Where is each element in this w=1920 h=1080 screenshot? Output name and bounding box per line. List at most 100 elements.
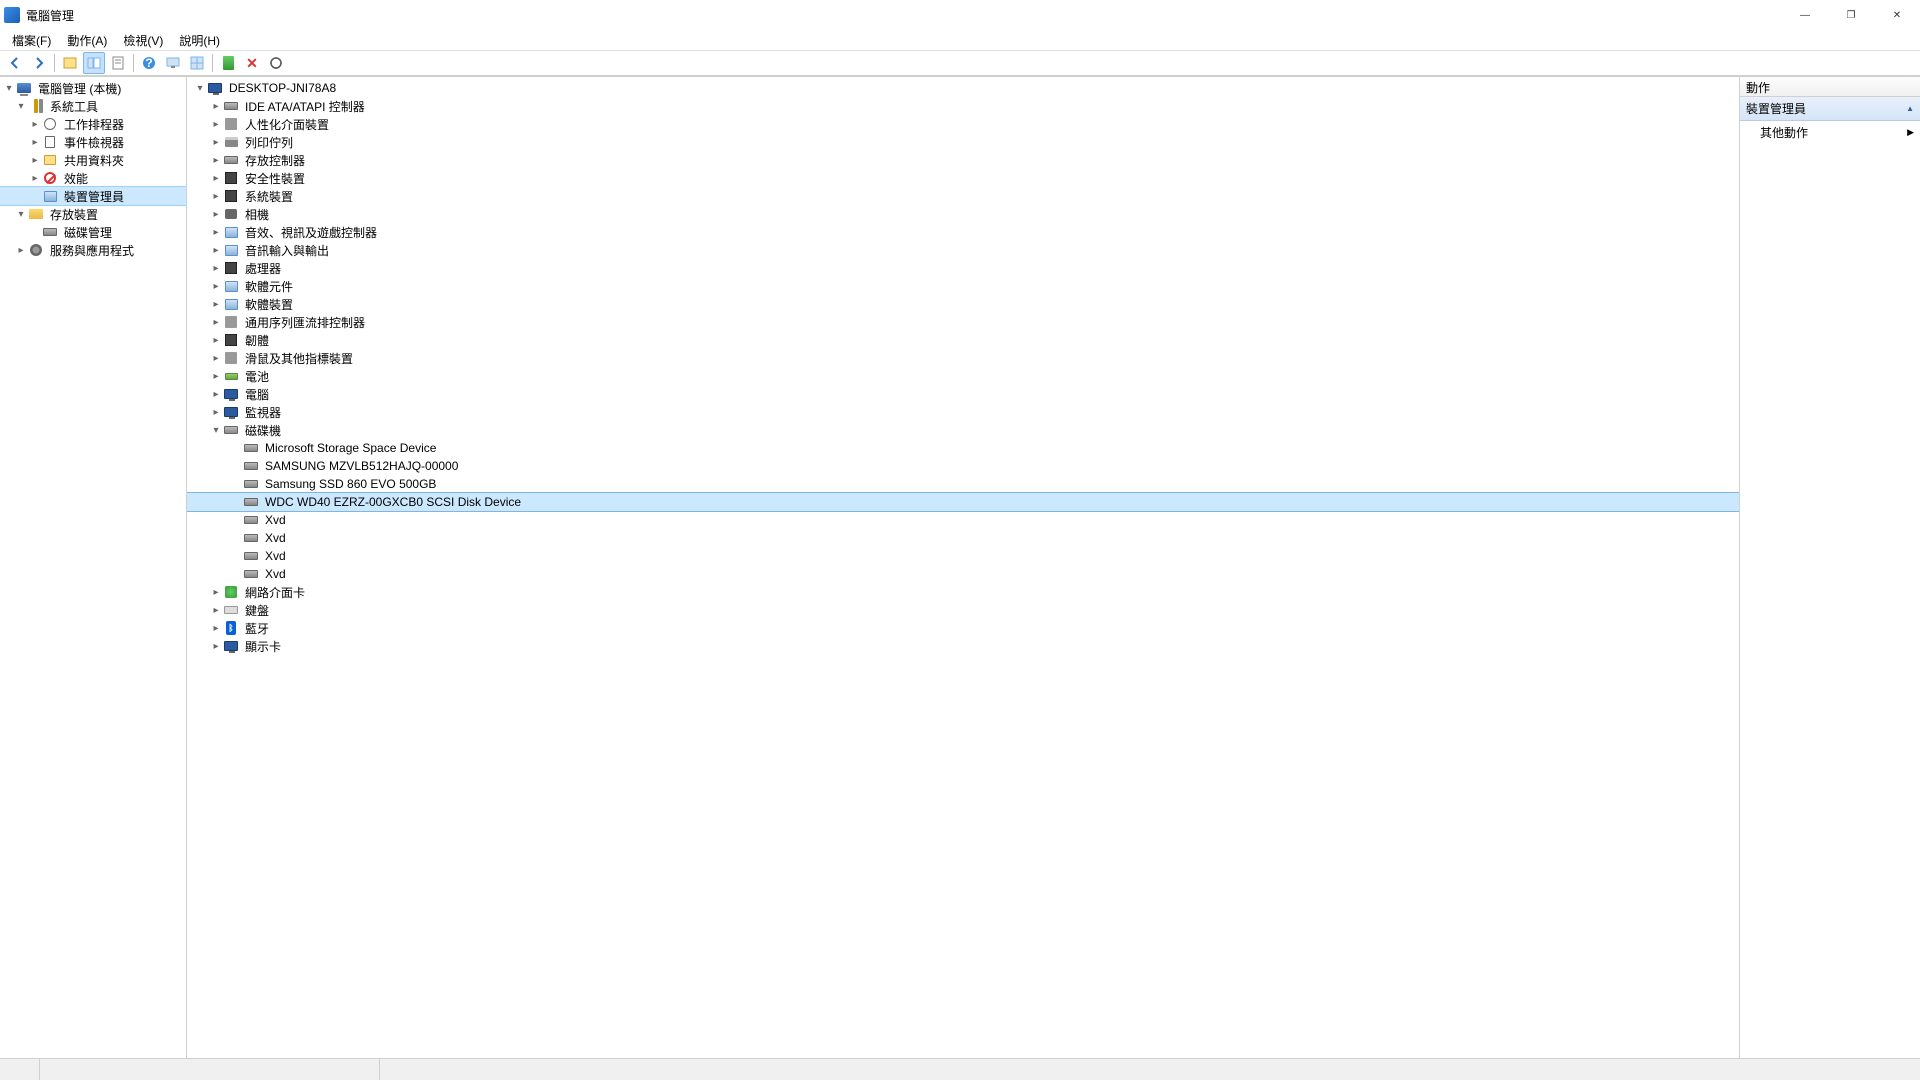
nav-services[interactable]: ▸ 服務與應用程式 [0, 241, 186, 259]
nav-task-scheduler[interactable]: ▸ 工作排程器 [0, 115, 186, 133]
expander-icon[interactable]: ▸ [209, 279, 223, 293]
nav-storage[interactable]: ▾ 存放裝置 [0, 205, 186, 223]
properties-button[interactable] [107, 52, 129, 74]
disk-device[interactable]: ▸ Xvd [187, 547, 1739, 565]
expander-icon[interactable]: ▸ [209, 603, 223, 617]
disk-device[interactable]: ▸ Xvd [187, 565, 1739, 583]
expander-icon[interactable]: ▸ [209, 189, 223, 203]
device-root[interactable]: ▾ DESKTOP-JNI78A8 [187, 79, 1739, 97]
show-hide-center-button[interactable] [83, 52, 105, 74]
expander-icon[interactable]: ▸ [209, 369, 223, 383]
category-cpu[interactable]: ▸ 處理器 [187, 259, 1739, 277]
expander-icon[interactable]: ▸ [28, 135, 42, 149]
actions-section-device-manager[interactable]: 裝置管理員 ▲ [1740, 97, 1920, 121]
expander-icon[interactable]: ▾ [2, 81, 16, 95]
category-audio[interactable]: ▸ 音訊輸入與輸出 [187, 241, 1739, 259]
category-disp[interactable]: ▸ 顯示卡 [187, 637, 1739, 655]
category-print[interactable]: ▸ 列印佇列 [187, 133, 1739, 151]
expander-icon[interactable]: ▸ [209, 405, 223, 419]
expander-icon[interactable]: ▾ [193, 81, 207, 95]
expander-icon[interactable]: ▸ [28, 153, 42, 167]
expander-icon[interactable]: ▸ [209, 351, 223, 365]
expander-icon[interactable]: ▸ [209, 153, 223, 167]
left-navigation-pane[interactable]: ▾ 電腦管理 (本機) ▾ 系統工具 ▸ [0, 77, 187, 1058]
category-comp[interactable]: ▸ 電腦 [187, 385, 1739, 403]
menu-help[interactable]: 說明(H) [171, 30, 228, 51]
scan-hardware-button[interactable] [265, 52, 287, 74]
category-mouse[interactable]: ▸ 滑鼠及其他指標裝置 [187, 349, 1739, 367]
expander-icon[interactable]: ▸ [209, 207, 223, 221]
menu-action[interactable]: 動作(A) [59, 30, 115, 51]
expander-icon[interactable]: ▸ [209, 297, 223, 311]
nav-system-tools[interactable]: ▾ 系統工具 [0, 97, 186, 115]
expander-icon[interactable]: ▸ [209, 117, 223, 131]
category-label: 相機 [243, 206, 271, 223]
category-usb[interactable]: ▸ 通用序列匯流排控制器 [187, 313, 1739, 331]
help-button[interactable]: ? [138, 52, 160, 74]
expander-icon[interactable]: ▾ [14, 207, 28, 221]
expander-icon[interactable]: ▸ [28, 171, 42, 185]
category-fw[interactable]: ▸ 韌體 [187, 331, 1739, 349]
device-tree-pane[interactable]: ▾ DESKTOP-JNI78A8 ▸ IDE ATA/ATAPI 控制器 ▸ … [187, 77, 1740, 1058]
category-kbd[interactable]: ▸ 鍵盤 [187, 601, 1739, 619]
expander-icon[interactable]: ▾ [14, 99, 28, 113]
nav-performance[interactable]: ▸ 效能 [0, 169, 186, 187]
nav-device-manager[interactable]: ▸ 裝置管理員 [0, 187, 186, 205]
nav-label: 存放裝置 [48, 206, 100, 223]
expander-icon[interactable]: ▸ [209, 225, 223, 239]
category-swdev[interactable]: ▸ 軟體裝置 [187, 295, 1739, 313]
category-mon[interactable]: ▸ 監視器 [187, 403, 1739, 421]
expander-icon[interactable]: ▸ [209, 621, 223, 635]
category-sys[interactable]: ▸ 系統裝置 [187, 187, 1739, 205]
expander-icon[interactable]: ▸ [14, 243, 28, 257]
expander-icon[interactable]: ▸ [209, 261, 223, 275]
view-resources-button[interactable] [186, 52, 208, 74]
close-button[interactable]: ✕ [1874, 0, 1920, 30]
tools-icon [28, 98, 44, 114]
expander-icon[interactable]: ▸ [209, 333, 223, 347]
show-hide-tree-button[interactable] [59, 52, 81, 74]
expander-icon[interactable]: ▸ [209, 135, 223, 149]
uninstall-device-button[interactable]: ✕ [241, 52, 263, 74]
expander-icon[interactable]: ▸ [28, 117, 42, 131]
category-disk-drives[interactable]: ▾ 磁碟機 [187, 421, 1739, 439]
menu-file[interactable]: 檔案(F) [4, 30, 59, 51]
view-devices-button[interactable] [162, 52, 184, 74]
category-hid[interactable]: ▸ 人性化介面裝置 [187, 115, 1739, 133]
expander-icon[interactable]: ▸ [209, 243, 223, 257]
nav-event-viewer[interactable]: ▸ 事件檢視器 [0, 133, 186, 151]
expander-icon[interactable]: ▸ [209, 639, 223, 653]
category-ide[interactable]: ▸ IDE ATA/ATAPI 控制器 [187, 97, 1739, 115]
disk-device[interactable]: ▸ Xvd [187, 529, 1739, 547]
category-sound[interactable]: ▸ 音效、視訊及遊戲控制器 [187, 223, 1739, 241]
expander-icon[interactable]: ▾ [209, 423, 223, 437]
nav-root[interactable]: ▾ 電腦管理 (本機) [0, 79, 186, 97]
maximize-button[interactable]: ❐ [1828, 0, 1874, 30]
category-swcomp[interactable]: ▸ 軟體元件 [187, 277, 1739, 295]
minimize-button[interactable]: — [1782, 0, 1828, 30]
category-net[interactable]: ▸ 網路介面卡 [187, 583, 1739, 601]
expander-icon[interactable]: ▸ [209, 585, 223, 599]
disk-device[interactable]: ▸ SAMSUNG MZVLB512HAJQ-00000 [187, 457, 1739, 475]
expander-icon[interactable]: ▸ [209, 99, 223, 113]
category-bt[interactable]: ▸ ᛒ 藍牙 [187, 619, 1739, 637]
category-cam[interactable]: ▸ 相機 [187, 205, 1739, 223]
disk-device[interactable]: ▸ Xvd [187, 511, 1739, 529]
category-batt[interactable]: ▸ 電池 [187, 367, 1739, 385]
category-storage[interactable]: ▸ 存放控制器 [187, 151, 1739, 169]
forward-button[interactable] [28, 52, 50, 74]
category-label: 磁碟機 [243, 422, 283, 439]
nav-disk-management[interactable]: ▸ 磁碟管理 [0, 223, 186, 241]
disk-device[interactable]: ▸ Samsung SSD 860 EVO 500GB [187, 475, 1739, 493]
actions-other-actions[interactable]: 其他動作 ▶ [1740, 121, 1920, 144]
expander-icon[interactable]: ▸ [209, 171, 223, 185]
expander-icon[interactable]: ▸ [209, 387, 223, 401]
disk-device[interactable]: ▸ WDC WD40 EZRZ-00GXCB0 SCSI Disk Device [187, 493, 1739, 511]
category-sec[interactable]: ▸ 安全性裝置 [187, 169, 1739, 187]
nav-shared-folders[interactable]: ▸ 共用資料夾 [0, 151, 186, 169]
disk-device[interactable]: ▸ Microsoft Storage Space Device [187, 439, 1739, 457]
expander-icon[interactable]: ▸ [209, 315, 223, 329]
back-button[interactable] [4, 52, 26, 74]
menu-view[interactable]: 檢視(V) [115, 30, 171, 51]
update-driver-button[interactable] [217, 52, 239, 74]
